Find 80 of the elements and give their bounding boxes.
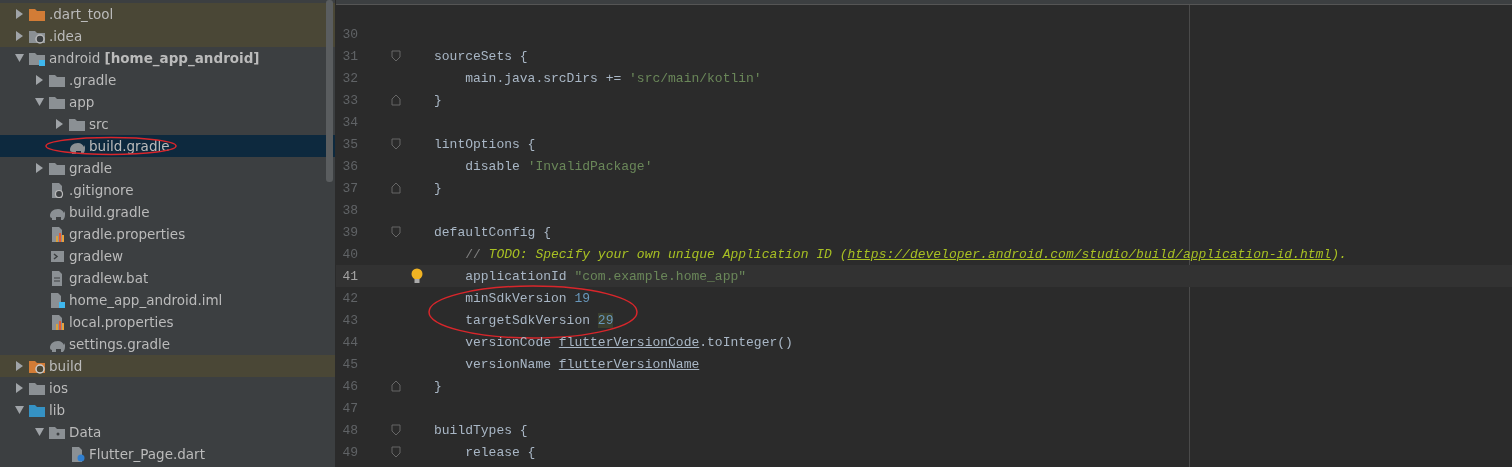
line-number: 32 bbox=[341, 70, 358, 86]
terminal-file-icon bbox=[48, 248, 66, 264]
folder-icon bbox=[28, 380, 46, 396]
tree-item[interactable]: gradlew bbox=[0, 245, 335, 267]
line-number: 44 bbox=[341, 334, 358, 350]
line-number: 46 bbox=[341, 378, 358, 394]
gear-folder-icon bbox=[28, 28, 46, 44]
tree-item[interactable]: gradlew.bat bbox=[0, 267, 335, 289]
folder-icon bbox=[28, 402, 46, 418]
line-number: 31 bbox=[341, 48, 358, 64]
code-line: targetSdkVersion 29 bbox=[464, 312, 614, 328]
code-line: release { bbox=[464, 444, 536, 460]
tree-item[interactable]: build bbox=[0, 355, 335, 377]
code-line: } bbox=[434, 378, 442, 394]
line-number: 45 bbox=[341, 356, 358, 372]
tree-item[interactable]: gradle bbox=[0, 157, 335, 179]
line-number: 30 bbox=[341, 26, 358, 42]
code-line: sourceSets { bbox=[434, 48, 528, 64]
module-folder-icon bbox=[28, 50, 46, 66]
tree-item[interactable]: .gitignore bbox=[0, 179, 335, 201]
fold-marker-icon[interactable] bbox=[390, 380, 402, 392]
line-number: 49 bbox=[341, 444, 358, 460]
tree-item[interactable]: src bbox=[0, 113, 335, 135]
code-line: // TODO: Specify your own unique Application ID (https://developer.android.com/studio/build/application-id.html). bbox=[464, 246, 1347, 262]
tree-item[interactable]: lib bbox=[0, 399, 335, 421]
tree-item[interactable]: home_app_android.iml bbox=[0, 289, 335, 311]
code-line: versionName flutterVersionName bbox=[464, 356, 700, 372]
folder-icon bbox=[28, 6, 46, 22]
tree-item[interactable]: .gradle bbox=[0, 69, 335, 91]
code-line: minSdkVersion 19 bbox=[464, 290, 591, 306]
line-number: 40 bbox=[341, 246, 358, 262]
code-line: applicationId "com.example.home_app" bbox=[464, 268, 747, 284]
code-line: } bbox=[434, 180, 442, 196]
code-line: buildTypes { bbox=[434, 422, 528, 438]
line-number: 43 bbox=[341, 312, 358, 328]
folder-icon bbox=[68, 116, 86, 132]
fold-marker-icon[interactable] bbox=[390, 446, 402, 458]
line-number: 41 bbox=[341, 268, 358, 284]
fold-marker-icon[interactable] bbox=[390, 138, 402, 150]
tree-item[interactable]: build.gradle bbox=[0, 201, 335, 223]
fold-marker-icon[interactable] bbox=[390, 226, 402, 238]
tree-item[interactable]: gradle.properties bbox=[0, 223, 335, 245]
code-line: } bbox=[434, 92, 442, 108]
tree-item[interactable]: android [home_app_android] bbox=[0, 47, 335, 69]
line-number: 47 bbox=[341, 400, 358, 416]
tree-item[interactable]: .idea bbox=[0, 25, 335, 47]
scrollbar[interactable] bbox=[326, 0, 333, 182]
line-number: 39 bbox=[341, 224, 358, 240]
folder-icon bbox=[48, 72, 66, 88]
lightbulb-icon[interactable] bbox=[410, 268, 424, 284]
line-number: 36 bbox=[341, 158, 358, 174]
line-number: 38 bbox=[341, 202, 358, 218]
line-number: 37 bbox=[341, 180, 358, 196]
gear-folder-icon bbox=[28, 358, 46, 374]
fold-marker-icon[interactable] bbox=[390, 182, 402, 194]
line-number: 48 bbox=[341, 422, 358, 438]
fold-marker-icon[interactable] bbox=[390, 50, 402, 62]
fold-marker-icon[interactable] bbox=[390, 94, 402, 106]
tree-item[interactable]: settings.gradle bbox=[0, 333, 335, 355]
tree-item[interactable]: ios bbox=[0, 377, 335, 399]
code-line: lintOptions { bbox=[434, 136, 536, 152]
tree-item[interactable]: Flutter_Page.dart bbox=[0, 443, 335, 465]
folder-icon bbox=[48, 94, 66, 110]
tree-item[interactable]: .dart_tool bbox=[0, 3, 335, 25]
tree-item[interactable]: local.properties bbox=[0, 311, 335, 333]
tree-item[interactable]: build.gradle bbox=[0, 135, 335, 157]
line-number: 34 bbox=[341, 114, 358, 130]
tree-item[interactable]: Data bbox=[0, 421, 335, 443]
code-line: disable 'InvalidPackage' bbox=[464, 158, 653, 174]
line-number: 35 bbox=[341, 136, 358, 152]
code-line: main.java.srcDirs += 'src/main/kotlin' bbox=[464, 70, 762, 86]
fold-marker-icon[interactable] bbox=[390, 424, 402, 436]
package-folder-icon bbox=[48, 424, 66, 440]
tree-item[interactable]: app bbox=[0, 91, 335, 113]
line-number: 33 bbox=[341, 92, 358, 108]
code-line: defaultConfig { bbox=[434, 224, 552, 240]
code-line: versionCode flutterVersionCode.toInteger() bbox=[464, 334, 793, 350]
folder-icon bbox=[48, 160, 66, 176]
line-number: 42 bbox=[341, 290, 358, 306]
module-file-icon bbox=[48, 292, 66, 308]
